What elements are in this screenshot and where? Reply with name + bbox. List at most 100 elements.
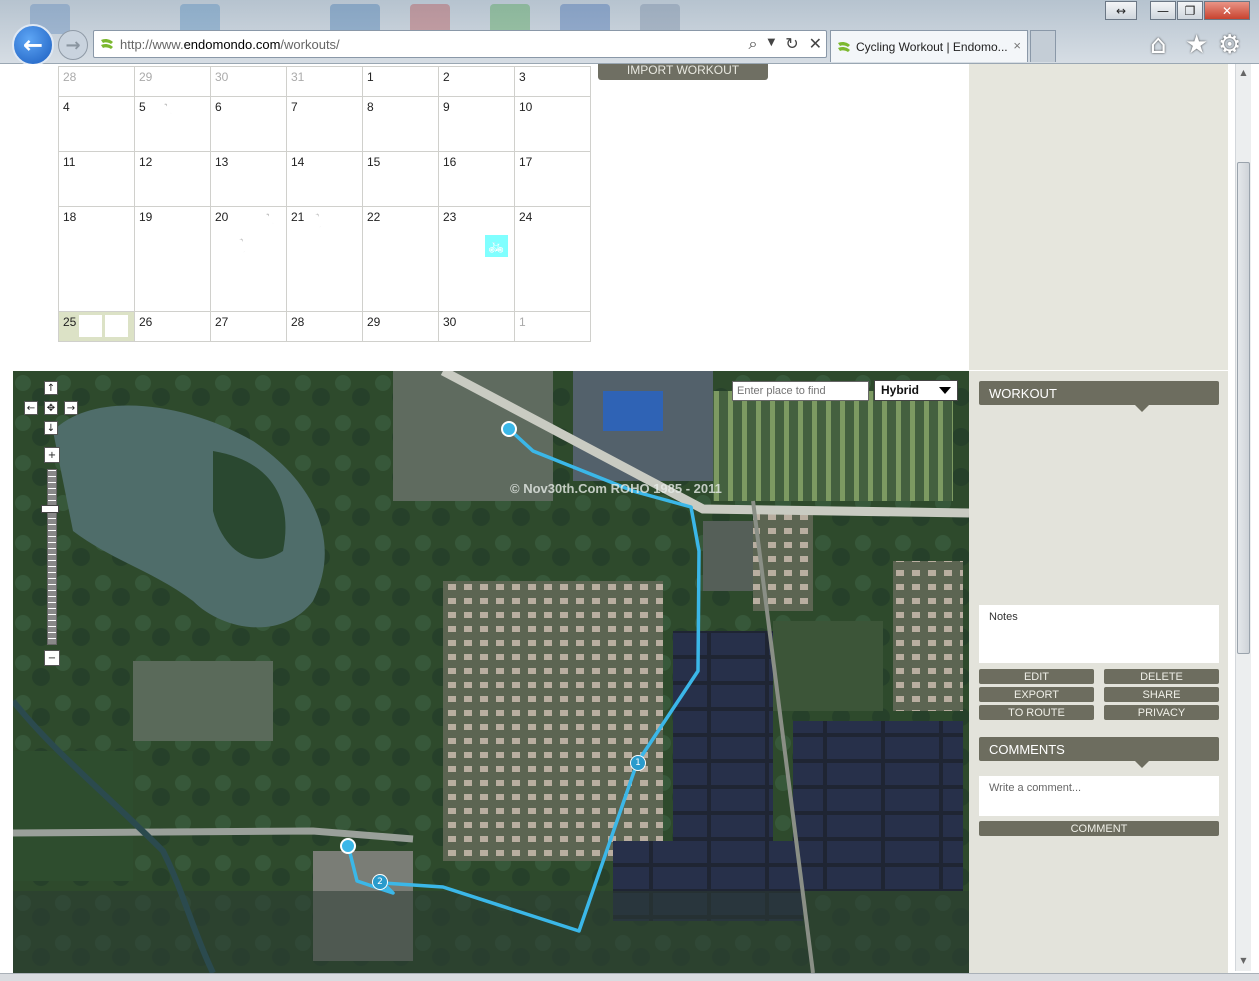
privacy-button[interactable]: PRIVACY bbox=[1104, 705, 1219, 720]
place-search-input[interactable] bbox=[732, 381, 869, 401]
cycling-icon[interactable]: 🚲 bbox=[257, 100, 280, 122]
calendar-day[interactable]: 25 🚲 🚲 bbox=[58, 311, 135, 342]
delete-button[interactable]: DELETE bbox=[1104, 669, 1219, 684]
cycling-icon[interactable]: 🚲 bbox=[383, 125, 406, 147]
cycling-icon[interactable]: 🚲 bbox=[459, 210, 482, 232]
export-button[interactable]: EXPORT bbox=[979, 687, 1094, 702]
cycling-icon[interactable]: 🚲 bbox=[79, 180, 102, 202]
to-route-button[interactable]: TO ROUTE bbox=[979, 705, 1094, 720]
cycling-icon[interactable]: 🚲 bbox=[105, 155, 128, 177]
edit-button[interactable]: EDIT bbox=[979, 669, 1094, 684]
address-bar[interactable]: http://www.endomondo.com/workouts/ ⌕ ▼ ↻… bbox=[93, 30, 827, 58]
home-icon[interactable]: ⌂ bbox=[1150, 30, 1167, 60]
calendar-day[interactable]: 16 bbox=[438, 151, 515, 207]
scrollbar-thumb[interactable] bbox=[1237, 162, 1250, 654]
route-marker-start[interactable] bbox=[501, 421, 517, 437]
calendar-day[interactable]: 23 🚲 🚲 🚲 🚲 🚲 🚲 🚲 bbox=[438, 206, 515, 312]
cycling-icon[interactable]: 🚲 bbox=[231, 210, 254, 232]
walking-icon[interactable]: 🚶 bbox=[231, 235, 254, 257]
import-workout-button[interactable]: IMPORT WORKOUT bbox=[598, 64, 768, 80]
browser-tab[interactable]: Cycling Workout | Endomo... × bbox=[830, 30, 1028, 62]
maximize-button[interactable]: ❐ bbox=[1177, 1, 1203, 20]
calendar-day[interactable]: 26 bbox=[134, 311, 211, 342]
cycling-icon[interactable]: 🚲 bbox=[459, 285, 482, 307]
cycling-icon[interactable]: 🚲 bbox=[79, 155, 102, 177]
dropdown-icon[interactable]: ▼ bbox=[767, 37, 775, 54]
cycling-icon[interactable]: 🚲 bbox=[383, 100, 406, 122]
gear-icon[interactable]: ⚙ bbox=[1218, 30, 1241, 60]
calendar-day[interactable]: 11 🚲 🚲 🚲 🚲 bbox=[58, 151, 135, 207]
cycling-icon[interactable]: 🚲 bbox=[333, 100, 356, 122]
calendar-day[interactable]: 14 🚲 🚲 bbox=[286, 151, 363, 207]
calendar-day[interactable]: 31 bbox=[286, 66, 363, 97]
cycling-icon[interactable]: 🚲 bbox=[459, 235, 482, 257]
calendar-day[interactable]: 1 bbox=[514, 311, 591, 342]
cycling-icon[interactable]: 🚲 bbox=[155, 210, 178, 232]
calendar-day[interactable]: 17 bbox=[514, 151, 591, 207]
zoom-out-button[interactable]: − bbox=[44, 650, 60, 666]
back-button[interactable]: ← bbox=[12, 24, 54, 66]
calendar-day[interactable]: 10 bbox=[514, 96, 591, 152]
star-icon[interactable]: ★ bbox=[1185, 30, 1208, 60]
cycling-icon[interactable]: 🚲 bbox=[105, 210, 128, 232]
cycling-icon[interactable]: 🚲 bbox=[105, 315, 128, 337]
pan-left-button[interactable]: ← bbox=[24, 401, 38, 415]
walking-icon[interactable]: 🚶 bbox=[307, 210, 330, 232]
calendar-day[interactable]: 13 🚲 🚲 bbox=[210, 151, 287, 207]
scroll-down-icon[interactable]: ▼ bbox=[1237, 954, 1250, 968]
cycling-icon[interactable]: 🚲 bbox=[485, 235, 508, 257]
share-button[interactable]: SHARE bbox=[1104, 687, 1219, 702]
map[interactable]: Title-SportCycling, transportStart TimeA… bbox=[13, 371, 969, 973]
cycling-icon[interactable]: 🚲 bbox=[79, 315, 102, 337]
cycling-icon[interactable]: 🚲 bbox=[459, 260, 482, 282]
cycling-icon[interactable]: 🚲 bbox=[231, 155, 254, 177]
calendar-day[interactable]: 7 🚲 🚲 bbox=[286, 96, 363, 152]
cycling-icon[interactable]: 🚲 bbox=[383, 210, 406, 232]
cycling-icon[interactable]: 🚲 bbox=[181, 210, 204, 232]
calendar-day[interactable]: 9 bbox=[438, 96, 515, 152]
forward-button[interactable]: → bbox=[58, 30, 88, 60]
cycling-icon[interactable]: 🚲 bbox=[307, 155, 330, 177]
calendar-day[interactable]: 27 bbox=[210, 311, 287, 342]
calendar-day[interactable]: 1 bbox=[362, 66, 439, 97]
new-tab-button[interactable] bbox=[1030, 30, 1056, 62]
pan-center-button[interactable]: ✥ bbox=[44, 401, 58, 415]
calendar-day[interactable]: 5 🏃 🚲 bbox=[134, 96, 211, 152]
cycling-icon[interactable]: 🚲 bbox=[485, 210, 508, 232]
km-marker[interactable]: 2 bbox=[372, 874, 388, 890]
calendar-day[interactable]: 6 🚲 🚲 bbox=[210, 96, 287, 152]
calendar-day[interactable]: 30 bbox=[438, 311, 515, 342]
minimize-button[interactable]: — bbox=[1150, 1, 1176, 20]
vertical-scrollbar[interactable]: ▲ ▼ bbox=[1235, 64, 1251, 971]
calendar-day[interactable]: 28 bbox=[286, 311, 363, 342]
zoom-slider-handle[interactable] bbox=[41, 505, 59, 513]
calendar-day[interactable]: 24 bbox=[514, 206, 591, 312]
calendar-day[interactable]: 12 🚲 bbox=[134, 151, 211, 207]
calendar-day[interactable]: 28 bbox=[58, 66, 135, 97]
comment-input[interactable]: Write a comment... bbox=[979, 776, 1219, 816]
calendar-day[interactable]: 30 bbox=[210, 66, 287, 97]
calendar-day[interactable]: 29 bbox=[362, 311, 439, 342]
cycling-icon[interactable]: 🚲 bbox=[257, 155, 280, 177]
cycling-icon[interactable]: 🚲 bbox=[105, 235, 128, 257]
route-marker-end[interactable] bbox=[340, 838, 356, 854]
cycling-icon[interactable]: 🚲 bbox=[79, 235, 102, 257]
zoom-slider[interactable] bbox=[47, 469, 57, 645]
calendar-day[interactable]: 19 🚲 🚲 bbox=[134, 206, 211, 312]
calendar-day[interactable]: 22 🚲 bbox=[362, 206, 439, 312]
calendar-day[interactable]: 20 🚲 🏃 🚶 bbox=[210, 206, 287, 312]
calendar-day[interactable]: 4 bbox=[58, 96, 135, 152]
cycling-icon[interactable]: 🚲 bbox=[333, 155, 356, 177]
notes-field[interactable]: Notes bbox=[979, 605, 1219, 663]
cycling-icon[interactable]: 🚲 bbox=[409, 100, 432, 122]
calendar-day[interactable]: 18 🚲 🚲 🚲 🚲 bbox=[58, 206, 135, 312]
scroll-up-icon[interactable]: ▲ bbox=[1237, 66, 1250, 80]
cycling-icon[interactable]: 🚲 bbox=[155, 155, 178, 177]
pan-right-button[interactable]: → bbox=[64, 401, 78, 415]
cycling-icon[interactable]: 🚲 bbox=[485, 260, 508, 282]
search-icon[interactable]: ⌕ bbox=[749, 34, 758, 54]
stop-icon[interactable]: ✕ bbox=[809, 34, 822, 54]
pan-up-button[interactable]: ↑ bbox=[44, 381, 58, 395]
calendar-day[interactable]: 15 bbox=[362, 151, 439, 207]
km-marker[interactable]: 1 bbox=[630, 755, 646, 771]
